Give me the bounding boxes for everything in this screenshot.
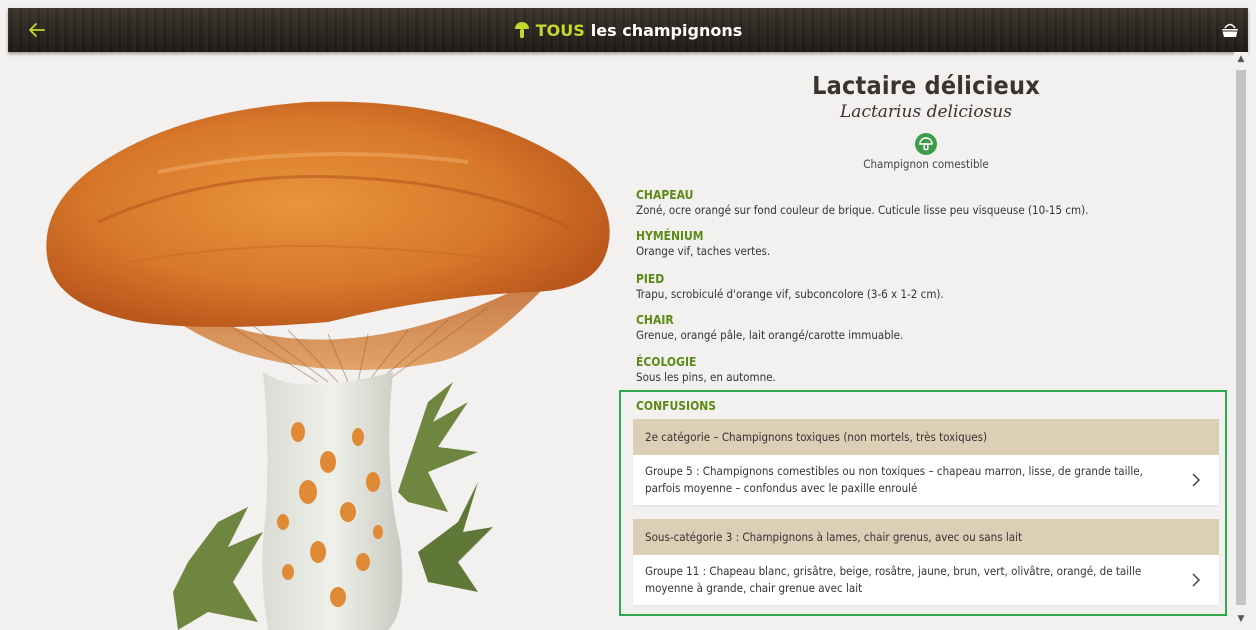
category-label: Sous-catégorie 3 : Champignons à lames, … bbox=[645, 530, 1023, 544]
title-rest: les champignons bbox=[590, 20, 743, 40]
section-title: CHAIR bbox=[636, 313, 674, 327]
category-label: 2e catégorie – Champignons toxiques (non… bbox=[645, 430, 988, 444]
confusion-category-header: 2e catégorie – Champignons toxiques (non… bbox=[633, 419, 1219, 455]
group-label: Groupe 5 : Champignons comestibles ou no… bbox=[645, 464, 1143, 495]
basket-icon[interactable] bbox=[1220, 20, 1240, 40]
species-header: Lactaire délicieux Lactarius deliciosus … bbox=[636, 70, 1216, 171]
scroll-down-icon[interactable]: ▼ bbox=[1234, 614, 1248, 628]
top-app-bar: TOUS les champignons bbox=[8, 8, 1248, 52]
confusion-category-header: Sous-catégorie 3 : Champignons à lames, … bbox=[633, 519, 1219, 555]
confusion-group-row[interactable]: Groupe 5 : Champignons comestibles ou no… bbox=[633, 455, 1219, 505]
section-title: HYMÉNIUM bbox=[636, 229, 704, 243]
title-accent: TOUS bbox=[535, 20, 585, 40]
section-chair: CHAIR Grenue, orangé pâle, lait orangé/c… bbox=[636, 313, 1216, 343]
confusion-group-row[interactable]: Groupe 11 : Chapeau blanc, grisâtre, bei… bbox=[633, 555, 1219, 605]
species-common-name: Lactaire délicieux bbox=[812, 71, 1040, 100]
chevron-right-icon bbox=[1192, 473, 1201, 487]
chevron-right-icon bbox=[1192, 573, 1201, 587]
section-title: ÉCOLOGIE bbox=[636, 355, 697, 369]
vertical-scrollbar[interactable]: ▲ ▼ bbox=[1234, 52, 1248, 630]
species-latin-name: Lactarius deliciosus bbox=[840, 102, 1012, 122]
scroll-up-icon[interactable]: ▲ bbox=[1234, 54, 1248, 68]
page-title: TOUS les champignons bbox=[8, 8, 1248, 52]
confusions-title: CONFUSIONS bbox=[636, 399, 717, 413]
section-text: Orange vif, taches vertes. bbox=[636, 244, 771, 258]
edible-mushroom-icon bbox=[915, 133, 937, 155]
section-ecologie: ÉCOLOGIE Sous les pins, en automne. bbox=[636, 355, 1216, 385]
mushroom-logo-icon bbox=[514, 22, 529, 38]
section-text: Sous les pins, en automne. bbox=[636, 370, 776, 384]
section-chapeau: CHAPEAU Zoné, ocre orangé sur fond coule… bbox=[636, 188, 1216, 218]
section-text: Grenue, orangé pâle, lait orangé/carotte… bbox=[636, 328, 904, 342]
section-title: PIED bbox=[636, 272, 665, 286]
scroll-thumb[interactable] bbox=[1236, 70, 1246, 605]
mushroom-illustration bbox=[8, 52, 618, 630]
section-text: Trapu, scrobiculé d'orange vif, subconco… bbox=[636, 287, 944, 301]
section-title: CHAPEAU bbox=[636, 188, 694, 202]
confusions-panel: CONFUSIONS 2e catégorie – Champignons to… bbox=[619, 390, 1227, 616]
section-text: Zoné, ocre orangé sur fond couleur de br… bbox=[636, 203, 1089, 217]
section-hymenium: HYMÉNIUM Orange vif, taches vertes. bbox=[636, 229, 1216, 259]
group-label: Groupe 11 : Chapeau blanc, grisâtre, bei… bbox=[645, 564, 1142, 595]
edibility-label: Champignon comestible bbox=[863, 157, 989, 171]
section-pied: PIED Trapu, scrobiculé d'orange vif, sub… bbox=[636, 272, 1216, 302]
